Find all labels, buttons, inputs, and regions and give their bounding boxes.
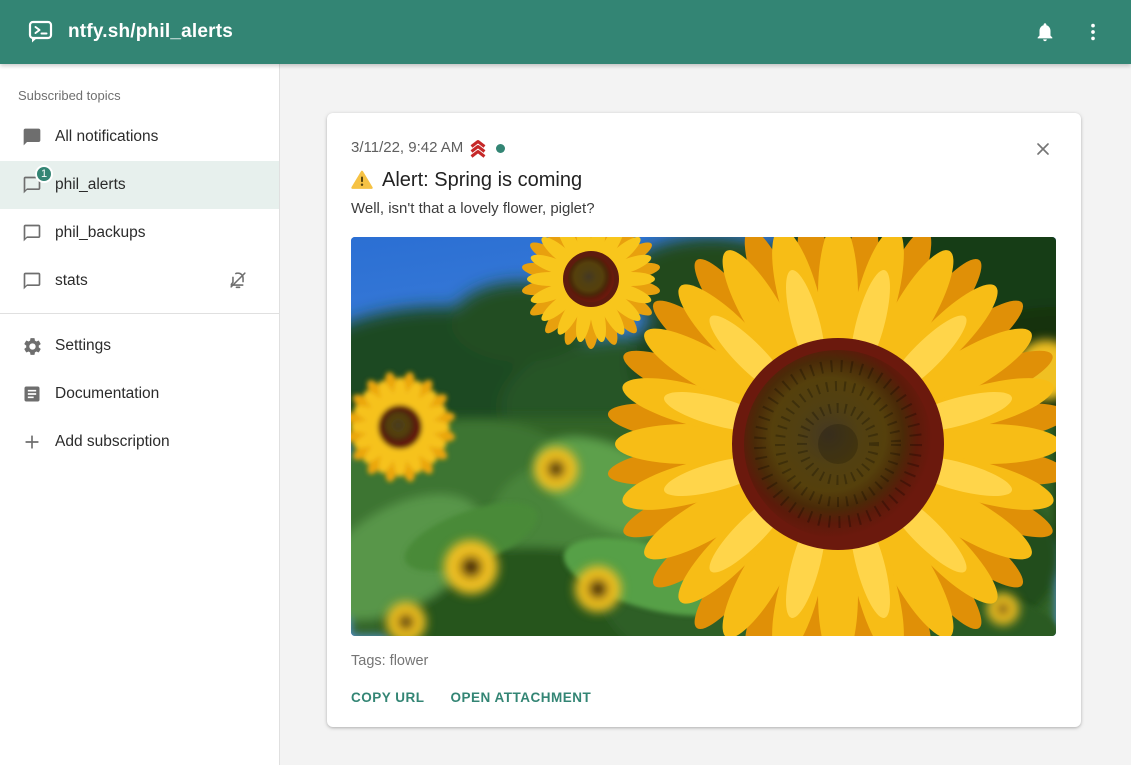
sidebar-item-add-subscription[interactable]: Add subscription [0, 418, 279, 466]
open-attachment-button[interactable]: OPEN ATTACHMENT [451, 682, 592, 713]
warning-emoji-icon [351, 170, 373, 190]
sidebar-item-label: Settings [55, 337, 111, 355]
sidebar-item-label: All notifications [55, 128, 158, 146]
priority-max-icon [468, 139, 488, 158]
sidebar-divider [0, 313, 279, 314]
chat-bubble-filled-icon [20, 125, 44, 149]
sidebar-item-label: phil_alerts [55, 176, 126, 194]
sidebar-item-label: phil_backups [55, 224, 145, 242]
app-title: ntfy.sh/phil_alerts [68, 21, 233, 43]
sidebar-item-label: Add subscription [55, 433, 170, 451]
notification-tags: Tags: flower [351, 652, 1057, 670]
unread-dot [496, 144, 505, 153]
subscribed-topics-header: Subscribed topics [0, 66, 279, 113]
notification-actions: COPY URL OPEN ATTACHMENT [351, 682, 1057, 713]
sidebar-item-settings[interactable]: Settings [0, 322, 279, 370]
notifications-button[interactable] [1021, 8, 1069, 56]
sidebar-item-all-notifications[interactable]: All notifications [0, 113, 279, 161]
chat-bubble-outline-icon [20, 221, 44, 245]
plus-icon [20, 430, 44, 454]
app-root: ntfy.sh/phil_alerts Subscrib [0, 0, 1131, 765]
appbar-home-link[interactable]: ntfy.sh/phil_alerts [28, 19, 233, 45]
notification-meta: 3/11/22, 9:42 AM [351, 138, 1057, 158]
close-icon[interactable] [1029, 135, 1057, 163]
overflow-menu-button[interactable] [1069, 8, 1117, 56]
notification-body: Well, isn't that a lovely flower, piglet… [351, 198, 1057, 219]
more-vert-icon [1082, 21, 1104, 43]
sidebar-item-label: stats [55, 272, 88, 290]
unread-count-badge: 1 [35, 165, 53, 183]
article-icon [20, 382, 44, 406]
notification-title: Alert: Spring is coming [351, 166, 1057, 194]
notification-card: 3/11/22, 9:42 AM [327, 113, 1081, 727]
bell-icon [1034, 21, 1056, 43]
sidebar-item-phil-backups[interactable]: phil_backups [0, 209, 279, 257]
ntfy-logo-icon [28, 19, 54, 45]
chat-bubble-outline-icon [20, 269, 44, 293]
notification-title-text: Alert: Spring is coming [382, 166, 582, 194]
sidebar-item-documentation[interactable]: Documentation [0, 370, 279, 418]
notification-timestamp: 3/11/22, 9:42 AM [351, 138, 463, 158]
sunflower-photo [351, 237, 1056, 636]
chat-bubble-outline-icon: 1 [20, 173, 44, 197]
main-content: 3/11/22, 9:42 AM [280, 64, 1131, 765]
attachment-image[interactable] [351, 237, 1056, 636]
sidebar: Subscribed topics All notifications 1 ph… [0, 64, 280, 765]
appbar-actions [1021, 8, 1117, 56]
sidebar-item-stats[interactable]: stats [0, 257, 279, 305]
copy-url-button[interactable]: COPY URL [351, 682, 425, 713]
sidebar-item-phil-alerts[interactable]: 1 phil_alerts [0, 161, 279, 209]
app-bar: ntfy.sh/phil_alerts [0, 0, 1131, 64]
notifications-off-icon [227, 269, 251, 293]
gear-icon [20, 334, 44, 358]
sidebar-item-label: Documentation [55, 385, 159, 403]
